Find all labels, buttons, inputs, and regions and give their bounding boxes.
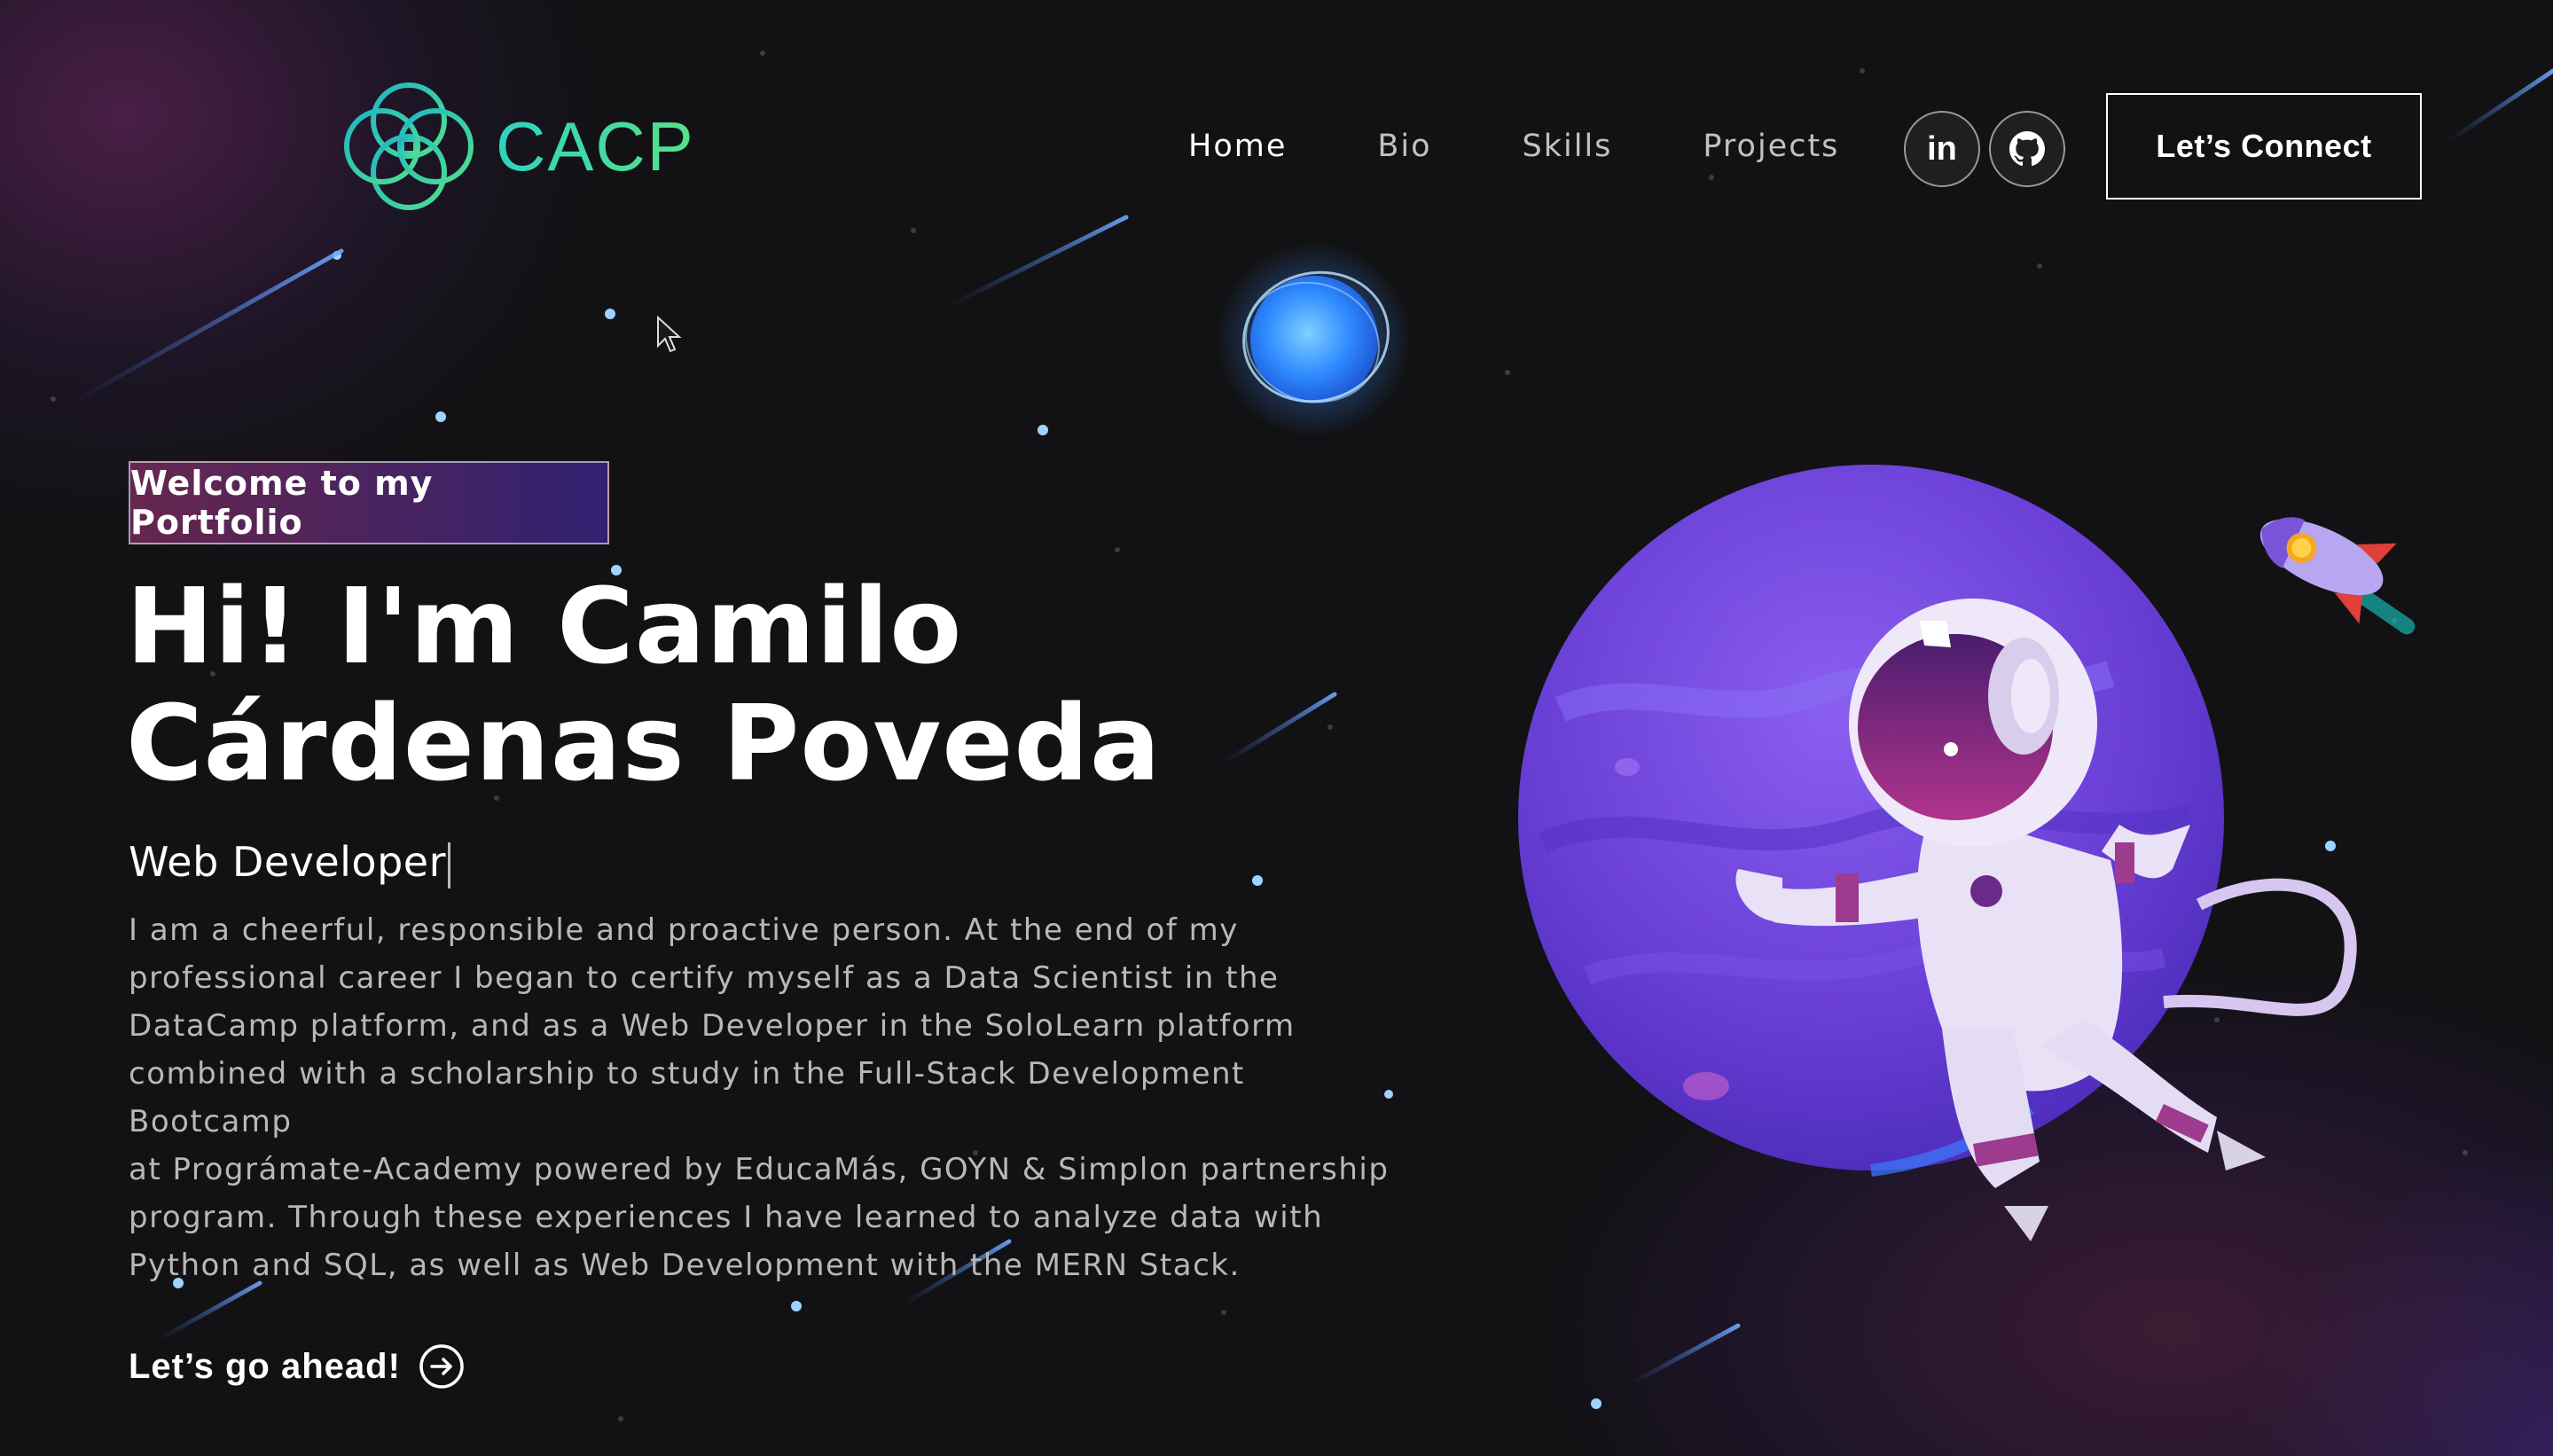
hero-title-line2: Cárdenas Poveda — [126, 682, 1162, 804]
brand-name: CACP — [496, 106, 695, 185]
github-icon — [2009, 131, 2045, 167]
nav-link-bio[interactable]: Bio — [1377, 124, 1431, 168]
bio-line: professional career I began to certify m… — [129, 960, 1280, 996]
nav-link-skills[interactable]: Skills — [1523, 124, 1613, 168]
github-button[interactable] — [1989, 111, 2065, 187]
bio-line: combined with a scholarship to study in … — [129, 1056, 1245, 1139]
bio-line: Python and SQL, as well as Web Developme… — [129, 1248, 1241, 1283]
bio-line: program. Through these experiences I hav… — [129, 1200, 1324, 1235]
linkedin-icon: in — [1927, 129, 1957, 168]
rocket-illustration — [2259, 517, 2416, 635]
hero-title-line1: Hi! I'm Camilo — [126, 565, 963, 687]
text-caret — [448, 842, 450, 888]
mouse-cursor-icon — [657, 316, 682, 353]
role-typewriter: Web Developer — [129, 838, 450, 888]
hero-title: Hi! I'm Camilo Cárdenas Poveda — [126, 568, 1279, 802]
brand-logo[interactable]: CACP — [341, 82, 695, 211]
bio-line: DataCamp platform, and as a Web Develope… — [129, 1008, 1296, 1044]
role-text: Web Developer — [129, 838, 446, 886]
nav-link-home[interactable]: Home — [1188, 124, 1287, 168]
nav-link-projects[interactable]: Projects — [1703, 124, 1839, 168]
lets-connect-button[interactable]: Let’s Connect — [2106, 93, 2422, 200]
bio-line: at Prográmate-Academy powered by EducaMá… — [129, 1152, 1390, 1187]
lets-go-ahead-button[interactable]: Let’s go ahead! — [129, 1343, 465, 1389]
lets-go-ahead-label: Let’s go ahead! — [129, 1346, 401, 1386]
welcome-badge: Welcome to my Portfolio — [129, 461, 609, 544]
linkedin-button[interactable]: in — [1904, 111, 1980, 187]
arrow-right-circle-icon — [419, 1344, 464, 1389]
bio-paragraph: I am a cheerful, responsible and proacti… — [129, 906, 1406, 1289]
main-nav: Home Bio Skills Projects — [1188, 124, 1930, 168]
bio-line: I am a cheerful, responsible and proacti… — [129, 912, 1239, 948]
blue-planet-illustration — [1217, 242, 1412, 437]
four-rings-flower-icon — [344, 82, 474, 210]
